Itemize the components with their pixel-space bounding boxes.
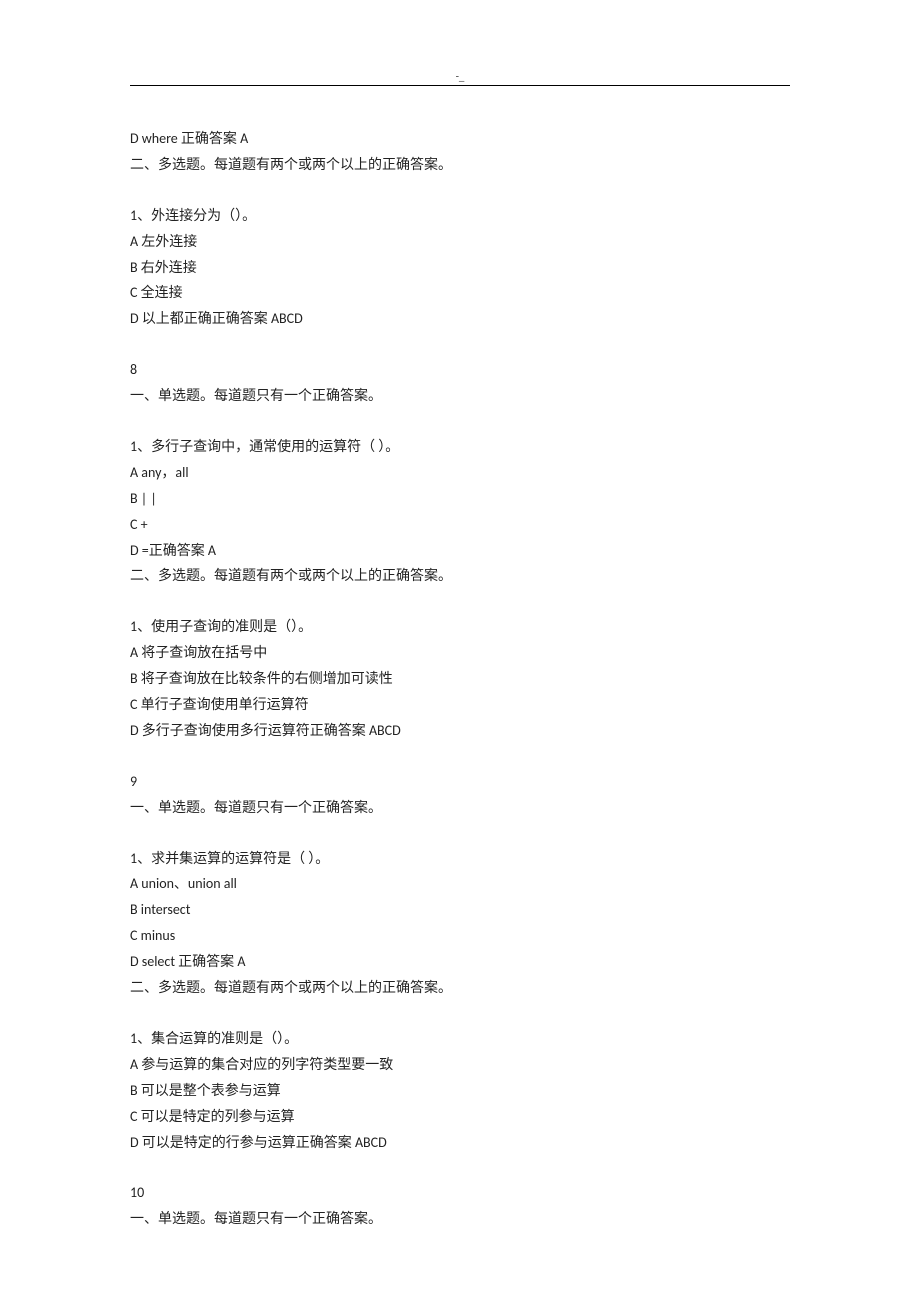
question-text: 1、多行子查询中，通常使用的运算符（ ）。 [130, 434, 790, 460]
option-a: A 参与运算的集合对应的列字符类型要一致 [130, 1052, 790, 1078]
option-d: D 多行子查询使用多行运算符正确答案 ABCD [130, 718, 790, 744]
section-heading: 二、多选题。每道题有两个或两个以上的正确答案。 [130, 975, 790, 1001]
option-b: B 将子查询放在比较条件的右侧增加可读性 [130, 666, 790, 692]
option-c: C 单行子查询使用单行运算符 [130, 692, 790, 718]
question-text: 1、集合运算的准则是（）。 [130, 1026, 790, 1052]
option-b: B 右外连接 [130, 255, 790, 281]
option-a: A union、union all [130, 871, 790, 897]
option-c: C 可以是特定的列参与运算 [130, 1104, 790, 1130]
section-heading: 二、多选题。每道题有两个或两个以上的正确答案。 [130, 152, 790, 178]
blank-line [130, 1155, 790, 1180]
option-a: A 左外连接 [130, 229, 790, 255]
section-heading: 二、多选题。每道题有两个或两个以上的正确答案。 [130, 563, 790, 589]
document-body: D where 正确答案 A 二、多选题。每道题有两个或两个以上的正确答案。 1… [130, 126, 790, 1232]
option-c: C 全连接 [130, 280, 790, 306]
text-line: D where 正确答案 A [130, 126, 790, 152]
option-a: A 将子查询放在括号中 [130, 640, 790, 666]
blank-line [130, 744, 790, 769]
option-d: D =正确答案 A [130, 538, 790, 564]
blank-line [130, 332, 790, 357]
option-b: B intersect [130, 897, 790, 923]
document-page: -_ D where 正确答案 A 二、多选题。每道题有两个或两个以上的正确答案… [0, 0, 920, 1312]
option-d: D 可以是特定的行参与运算正确答案 ABCD [130, 1130, 790, 1156]
option-b: B | | [130, 486, 790, 512]
question-text: 1、外连接分为（）。 [130, 203, 790, 229]
option-d: D 以上都正确正确答案 ABCD [130, 306, 790, 332]
question-text: 1、求并集运算的运算符是（ ）。 [130, 846, 790, 872]
blank-line [130, 821, 790, 846]
question-text: 1、使用子查询的准则是（）。 [130, 614, 790, 640]
header-rule [130, 85, 790, 86]
option-d: D select 正确答案 A [130, 949, 790, 975]
section-number: 8 [130, 357, 790, 383]
section-heading: 一、单选题。每道题只有一个正确答案。 [130, 795, 790, 821]
page-header: -_ [130, 70, 790, 86]
option-b: B 可以是整个表参与运算 [130, 1078, 790, 1104]
option-c: C minus [130, 923, 790, 949]
blank-line [130, 589, 790, 614]
option-c: C + [130, 512, 790, 538]
section-number: 9 [130, 769, 790, 795]
blank-line [130, 409, 790, 434]
section-heading: 一、单选题。每道题只有一个正确答案。 [130, 383, 790, 409]
section-heading: 一、单选题。每道题只有一个正确答案。 [130, 1206, 790, 1232]
blank-line [130, 1001, 790, 1026]
blank-line [130, 178, 790, 203]
option-a: A any，all [130, 460, 790, 486]
header-mark: -_ [130, 70, 790, 83]
section-number: 10 [130, 1180, 790, 1206]
